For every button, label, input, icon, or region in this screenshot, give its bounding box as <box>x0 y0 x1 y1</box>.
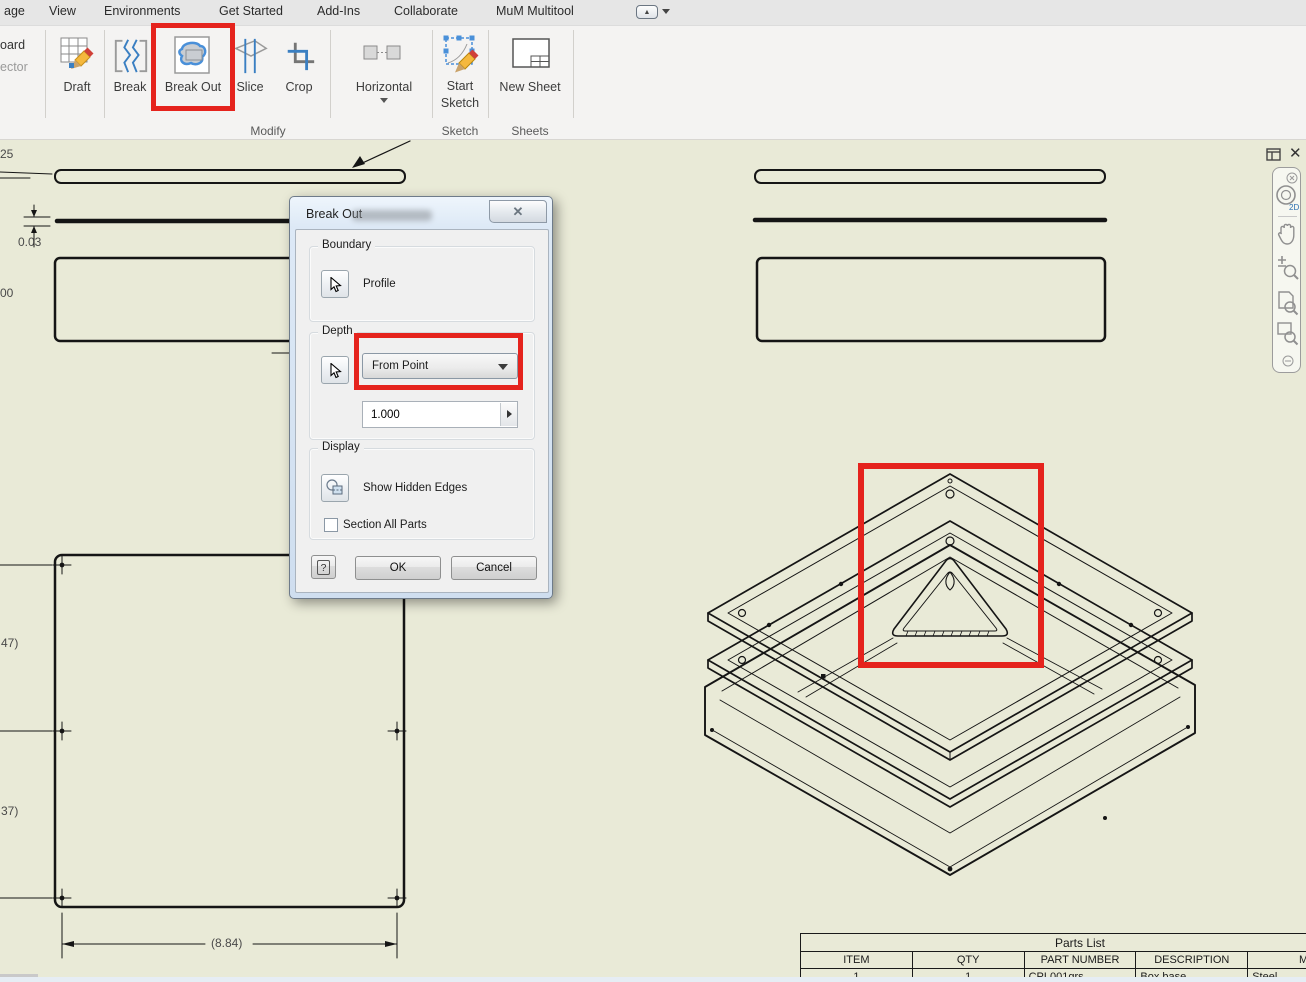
col-item: ITEM <box>800 951 913 969</box>
dialog-close-button[interactable]: ✕ <box>489 200 547 223</box>
ribbon-divider <box>104 30 105 118</box>
start-sketch-button[interactable]: Start Sketch <box>434 78 486 112</box>
zoom-in-out-icon[interactable] <box>1276 254 1299 287</box>
steering-wheel-2d-icon[interactable]: 2D <box>1276 184 1299 217</box>
svg-text:2D: 2D <box>1289 203 1299 212</box>
ribbon-divider <box>330 30 331 118</box>
highlight-box-from-point-dropdown <box>354 333 523 390</box>
navbar-divider <box>1278 216 1297 217</box>
clipboard-label-clipped: oard <box>0 38 26 52</box>
slice-icon[interactable] <box>232 36 270 81</box>
tab-view[interactable]: View <box>49 4 76 18</box>
depth-spinner-button[interactable] <box>500 403 517 426</box>
slice-button[interactable]: Slice <box>236 80 263 94</box>
drawing-linework <box>0 140 1196 959</box>
chevron-down-icon[interactable] <box>380 98 388 103</box>
ribbon-collapse-button[interactable]: ▲ <box>636 5 658 19</box>
cursor-icon <box>330 277 342 293</box>
dim-left-clipped: 00 <box>0 286 14 300</box>
section-all-parts-label: Section All Parts <box>343 519 427 531</box>
section-all-parts-checkbox[interactable] <box>324 518 338 532</box>
parts-list-header-row: ITEM QTY PART NUMBER DESCRIPTION M <box>800 951 1306 969</box>
bottom-edge-strip <box>0 977 1306 982</box>
col-qty: QTY <box>911 951 1025 969</box>
ribbon-divider <box>573 30 574 118</box>
dim-thickness: 0.03 <box>18 235 42 249</box>
display-group-label: Display <box>318 441 364 453</box>
col-part-number: PART NUMBER <box>1023 951 1137 969</box>
dim-left-lower: 37) <box>1 804 19 818</box>
tab-mum-multitool[interactable]: MuM Multitool <box>496 4 574 18</box>
draft-button[interactable]: Draft <box>63 80 90 94</box>
parts-list-title: Parts List <box>800 933 1306 952</box>
depth-point-select-button[interactable] <box>321 356 349 384</box>
highlight-box-isometric-detail <box>858 463 1044 668</box>
navbar-collapse-icon[interactable] <box>1282 354 1294 372</box>
pan-hand-icon[interactable] <box>1276 221 1299 252</box>
crop-button[interactable]: Crop <box>285 80 312 94</box>
new-sheet-button[interactable]: New Sheet <box>499 80 560 94</box>
tab-manage-clipped[interactable]: age <box>4 4 25 18</box>
panel-label-sheets: Sheets <box>511 124 549 138</box>
profile-label: Profile <box>363 278 396 290</box>
ribbon-divider <box>45 30 46 118</box>
dim-width: (8.84) <box>211 936 243 950</box>
cancel-button[interactable]: Cancel <box>451 556 537 580</box>
show-hidden-edges-label: Show Hidden Edges <box>363 482 468 494</box>
parts-list-table: Parts List ITEM QTY PART NUMBER DESCRIPT… <box>800 933 1306 982</box>
help-button[interactable]: ? <box>311 555 336 579</box>
navigation-bar: 2D <box>1272 167 1301 373</box>
tab-add-ins[interactable]: Add-Ins <box>317 4 360 18</box>
blurred-text <box>352 210 432 221</box>
tab-collaborate[interactable]: Collaborate <box>394 4 458 18</box>
profile-select-button[interactable] <box>321 270 349 298</box>
new-sheet-icon[interactable] <box>510 36 552 75</box>
draft-icon[interactable] <box>57 32 97 81</box>
window-restore-icon[interactable] <box>1266 148 1281 166</box>
hidden-edges-icon <box>326 479 343 495</box>
drawing-sheet[interactable]: 25 0.03 00 47) 37) (8.84) Parts List ITE… <box>0 140 1306 982</box>
boundary-group-label: Boundary <box>318 239 376 251</box>
dim-left-upper: 47) <box>1 636 19 650</box>
highlight-box-break-out-button <box>151 23 235 111</box>
panel-label-modify: Modify <box>250 124 286 138</box>
arrow-right-icon <box>507 410 512 418</box>
show-hidden-edges-button[interactable] <box>321 474 349 502</box>
break-button[interactable]: Break <box>114 80 147 94</box>
depth-group-label: Depth <box>318 325 357 337</box>
col-material-clipped: M <box>1247 951 1306 969</box>
chevron-down-icon[interactable] <box>662 9 670 14</box>
selector-label-clipped: ector <box>0 60 28 74</box>
cursor-icon <box>330 363 342 379</box>
crop-icon[interactable] <box>283 38 317 79</box>
break-out-dialog: Break Out ✕ Boundary Profile Depth From … <box>289 196 553 599</box>
panel-label-sketch: Sketch <box>441 124 479 138</box>
start-sketch-icon[interactable] <box>440 32 482 79</box>
depth-value-input[interactable] <box>362 401 518 428</box>
ok-button[interactable]: OK <box>355 556 441 580</box>
break-icon[interactable] <box>112 36 150 81</box>
help-icon: ? <box>317 560 330 575</box>
zoom-all-icon[interactable] <box>1276 290 1299 321</box>
ribbon-divider <box>432 30 433 118</box>
horizontal-button[interactable]: Horizontal <box>356 80 412 94</box>
tab-environments[interactable]: Environments <box>104 4 180 18</box>
zoom-window-icon[interactable] <box>1276 320 1299 351</box>
horizontal-icon[interactable] <box>362 42 402 69</box>
close-icon[interactable]: ✕ <box>1289 144 1302 162</box>
ribbon-divider <box>488 30 489 118</box>
dim-top-clipped: 25 <box>0 147 14 161</box>
tab-get-started[interactable]: Get Started <box>219 4 283 18</box>
col-description: DESCRIPTION <box>1135 951 1249 969</box>
